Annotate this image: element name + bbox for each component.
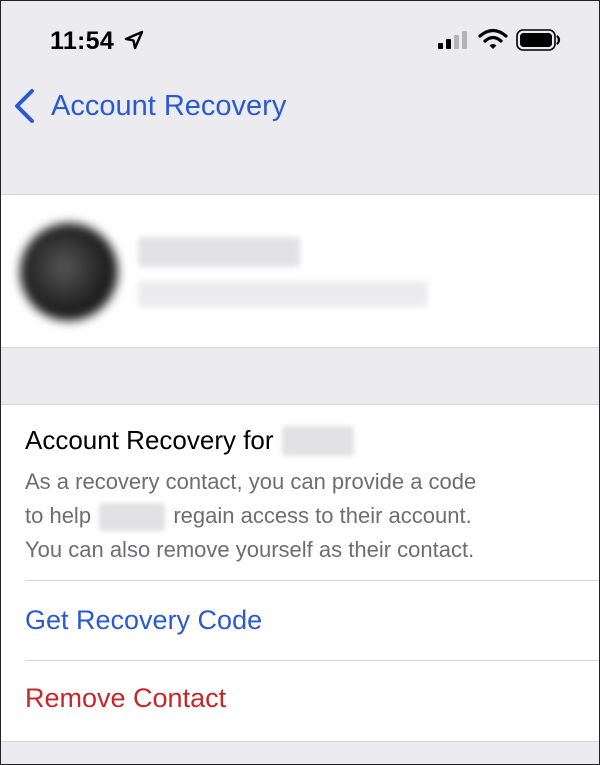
wifi-icon <box>478 28 508 49</box>
recovery-description: As a recovery contact, you can provide a… <box>25 465 585 567</box>
recovery-heading-text: Account Recovery for <box>25 425 274 455</box>
profile-card <box>0 194 600 348</box>
profile-name-redacted <box>138 237 300 267</box>
description-name-redacted <box>99 503 166 532</box>
description-line-2: to help regain access to their account. <box>25 499 585 533</box>
account-recovery-card: Account Recovery for As a recovery conta… <box>0 404 600 742</box>
divider <box>25 660 600 661</box>
location-arrow-icon <box>124 30 144 50</box>
description-line-1: As a recovery contact, you can provide a… <box>25 469 477 494</box>
description-line-2-end: regain access to their account. <box>173 503 472 528</box>
divider <box>25 580 600 581</box>
cellular-signal-icon <box>438 31 467 49</box>
battery-icon <box>516 29 561 51</box>
remove-contact-button[interactable]: Remove Contact <box>25 683 226 714</box>
description-line-2-start: to help <box>25 503 92 528</box>
back-button-label: Account Recovery <box>51 89 287 122</box>
status-time: 11:54 <box>50 27 115 55</box>
status-bar: 11:54 <box>0 0 600 80</box>
heading-name-redacted <box>281 425 354 456</box>
back-button[interactable]: Account Recovery <box>12 84 286 128</box>
description-line-3: You can also remove yourself as their co… <box>25 537 475 562</box>
chevron-left-icon <box>15 89 34 123</box>
profile-email-redacted <box>138 281 428 307</box>
get-recovery-code-button[interactable]: Get Recovery Code <box>25 605 262 636</box>
recovery-heading: Account Recovery for <box>25 425 354 456</box>
avatar <box>20 223 118 321</box>
